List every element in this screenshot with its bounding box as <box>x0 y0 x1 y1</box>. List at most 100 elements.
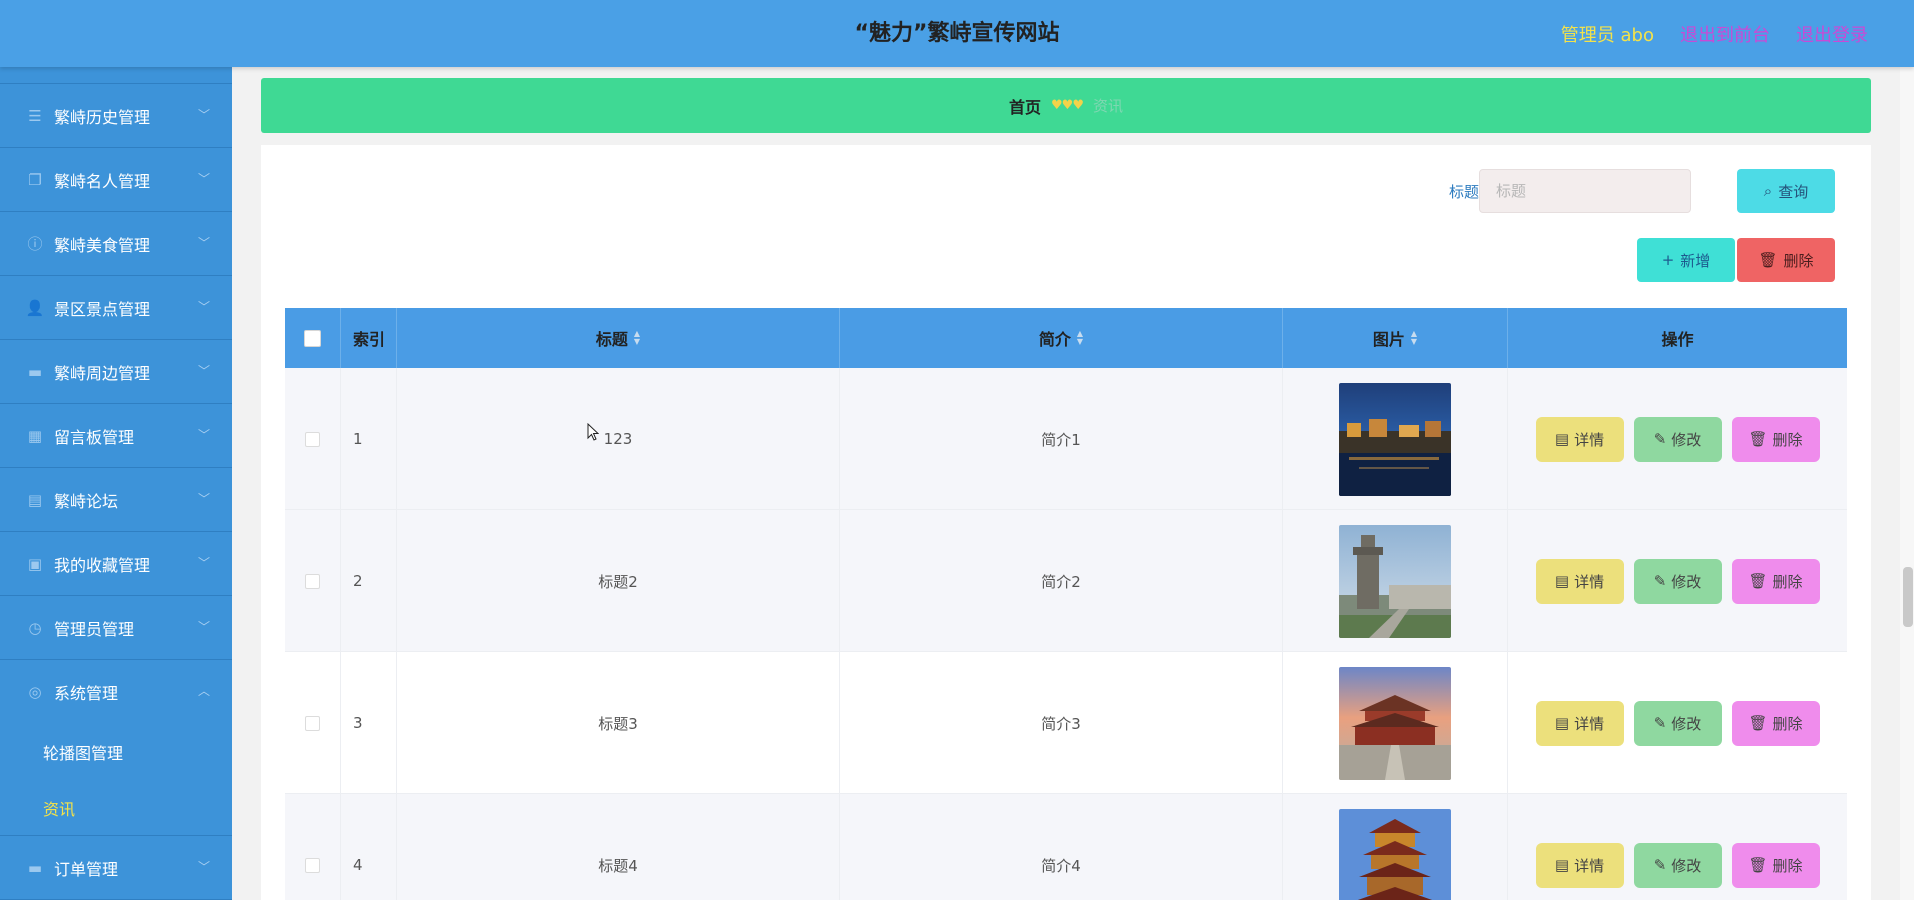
sidebar-item-label: 景区景点管理 <box>54 299 151 319</box>
search-button[interactable]: ⌕ 查询 <box>1737 169 1835 213</box>
row-title: 标题4 <box>397 794 840 900</box>
row-checkbox[interactable] <box>305 431 320 447</box>
row-index: 1 <box>341 368 397 510</box>
row-title: 标题3 <box>397 652 840 794</box>
sort-icon[interactable]: ▲ ▼ <box>1411 330 1417 346</box>
sidebar-item-favorites[interactable]: ▣ 我的收藏管理 ﹀ <box>0 532 232 596</box>
sidebar-item-admins[interactable]: ◷ 管理员管理 ﹀ <box>0 596 232 660</box>
scrollbar-thumb[interactable] <box>1903 567 1913 627</box>
pencil-icon: ✎ <box>1653 430 1667 448</box>
sidebar-item-orders[interactable]: ▬ 订单管理 ﹀ <box>0 836 232 900</box>
edit-button[interactable]: ✎ 修改 <box>1633 416 1722 462</box>
header-image-label: 图片 <box>1372 330 1405 349</box>
header-image[interactable]: 图片 ▲ ▼ <box>1283 308 1508 368</box>
header-index-label: 索引 <box>353 330 386 349</box>
pencil-icon: ✎ <box>1653 714 1667 732</box>
sidebar-item-forum[interactable]: ▤ 繁峙论坛 ﹀ <box>0 468 232 532</box>
delete-button[interactable]: 🗑 删除 <box>1731 558 1820 604</box>
row-image-cell <box>1283 652 1508 794</box>
chevron-down-icon: ﹀ <box>197 492 210 506</box>
document-icon: ▤ <box>1554 572 1570 590</box>
sidebar-item-celebrities[interactable]: ❐ 繁峙名人管理 ﹀ <box>0 148 232 212</box>
thumbnail-image[interactable] <box>1339 524 1451 638</box>
breadcrumb-home[interactable]: 首页 <box>1009 94 1041 118</box>
sidebar-item-label: 繁峙论坛 <box>54 491 119 511</box>
edit-label: 修改 <box>1671 430 1702 449</box>
pencil-icon: ✎ <box>1653 856 1667 874</box>
breadcrumb: 首页 ♥♥♥ 资讯 <box>261 78 1871 133</box>
document-icon: ▤ <box>1554 856 1570 874</box>
top-right-nav: 管理员 abo 退出到前台 退出登录 <box>1561 0 1868 67</box>
admin-user-label: 管理员 abo <box>1560 24 1654 46</box>
select-all-checkbox[interactable] <box>304 329 321 347</box>
row-check-cell <box>285 510 341 652</box>
detail-button[interactable]: ▤ 详情 <box>1535 700 1624 746</box>
row-check-cell <box>285 794 341 900</box>
row-checkbox[interactable] <box>305 715 320 731</box>
delete-button[interactable]: 🗑 删除 <box>1731 416 1820 462</box>
sidebar-subitem-news[interactable]: 资讯 <box>0 780 232 836</box>
detail-button[interactable]: ▤ 详情 <box>1535 842 1624 888</box>
header-intro[interactable]: 简介 ▲ ▼ <box>840 308 1283 368</box>
sidebar-item-label: 我的收藏管理 <box>54 555 151 575</box>
sidebar-item-history[interactable]: ☰ 繁峙历史管理 ﹀ <box>0 84 232 148</box>
row-title: 123 <box>397 368 840 510</box>
info-icon: ⓘ <box>27 235 43 253</box>
chevron-down-icon: ﹀ <box>197 364 210 378</box>
sidebar-item-label: 繁峙名人管理 <box>54 171 151 191</box>
row-image-cell <box>1283 794 1508 900</box>
sidebar-item-label: 留言板管理 <box>54 427 135 447</box>
edit-button[interactable]: ✎ 修改 <box>1633 558 1722 604</box>
trash-icon: 🗑 <box>1758 251 1778 269</box>
thumbnail-image[interactable] <box>1339 382 1451 496</box>
search-label: 标题 <box>1448 183 1479 201</box>
row-checkbox[interactable] <box>305 857 320 873</box>
search-button-label: 查询 <box>1778 182 1809 201</box>
clipboard-icon: ▤ <box>27 490 43 509</box>
header-title[interactable]: 标题 ▲ ▼ <box>397 308 840 368</box>
logout-link[interactable]: 退出登录 <box>1796 21 1868 47</box>
search-input[interactable] <box>1479 169 1691 213</box>
delete-label: 删除 <box>1772 856 1803 875</box>
sort-icon[interactable]: ▲ ▼ <box>634 330 640 346</box>
trash-icon: 🗑 <box>1748 856 1768 874</box>
chevron-down-icon: ﹀ <box>197 236 210 250</box>
back-to-front-link[interactable]: 退出到前台 <box>1680 21 1770 47</box>
row-ops-cell: ▤ 详情 ✎ 修改 🗑 删除 <box>1508 652 1847 794</box>
edit-button[interactable]: ✎ 修改 <box>1633 842 1722 888</box>
gear-icon: ◎ <box>28 683 42 701</box>
monitor-icon: ▬ <box>27 362 43 381</box>
add-button[interactable]: + 新增 <box>1637 238 1735 282</box>
breadcrumb-current: 资讯 <box>1092 97 1123 115</box>
delete-button[interactable]: 🗑 删除 <box>1731 700 1820 746</box>
header-intro-label: 简介 <box>1038 330 1071 349</box>
detail-label: 详情 <box>1574 430 1605 449</box>
sidebar-subitem-carousel[interactable]: 轮播图管理 <box>0 724 232 780</box>
row-intro: 简介2 <box>840 510 1283 652</box>
edit-button[interactable]: ✎ 修改 <box>1633 700 1722 746</box>
table-row: 4 标题4 简介4 ▤ 详情 ✎ 修改 🗑 删除 <box>285 794 1847 900</box>
sidebar-item-surroundings[interactable]: ▬ 繁峙周边管理 ﹀ <box>0 340 232 404</box>
row-index: 3 <box>341 652 397 794</box>
batch-delete-button[interactable]: 🗑 删除 <box>1737 238 1835 282</box>
delete-button[interactable]: 🗑 删除 <box>1731 842 1820 888</box>
row-check-cell <box>285 368 341 510</box>
sidebar-item-label: 繁峙历史管理 <box>54 107 151 127</box>
page-scrollbar[interactable] <box>1900 67 1914 900</box>
batch-delete-label: 删除 <box>1783 251 1814 270</box>
trash-icon: 🗑 <box>1748 714 1768 732</box>
list-icon: ☰ <box>28 106 42 125</box>
sort-icon[interactable]: ▲ ▼ <box>1077 330 1083 346</box>
sidebar-item-food[interactable]: ⓘ 繁峙美食管理 ﹀ <box>0 212 232 276</box>
news-table: 索引 标题 ▲ ▼ 简介 ▲ ▼ 图片 ▲ ▼ 操作 1 123 简介1 ▤ 详… <box>285 308 1847 900</box>
detail-button[interactable]: ▤ 详情 <box>1535 558 1624 604</box>
detail-button[interactable]: ▤ 详情 <box>1535 416 1624 462</box>
row-intro: 简介4 <box>840 794 1283 900</box>
sidebar-item-message-board[interactable]: ▦ 留言板管理 ﹀ <box>0 404 232 468</box>
sidebar-item-scenic-spots[interactable]: 👤 景区景点管理 ﹀ <box>0 276 232 340</box>
sidebar-item-system[interactable]: ◎ 系统管理 ︿ <box>0 660 232 724</box>
row-checkbox[interactable] <box>305 573 320 589</box>
row-check-cell <box>285 652 341 794</box>
thumbnail-image[interactable] <box>1339 666 1451 780</box>
thumbnail-image[interactable] <box>1339 808 1451 900</box>
